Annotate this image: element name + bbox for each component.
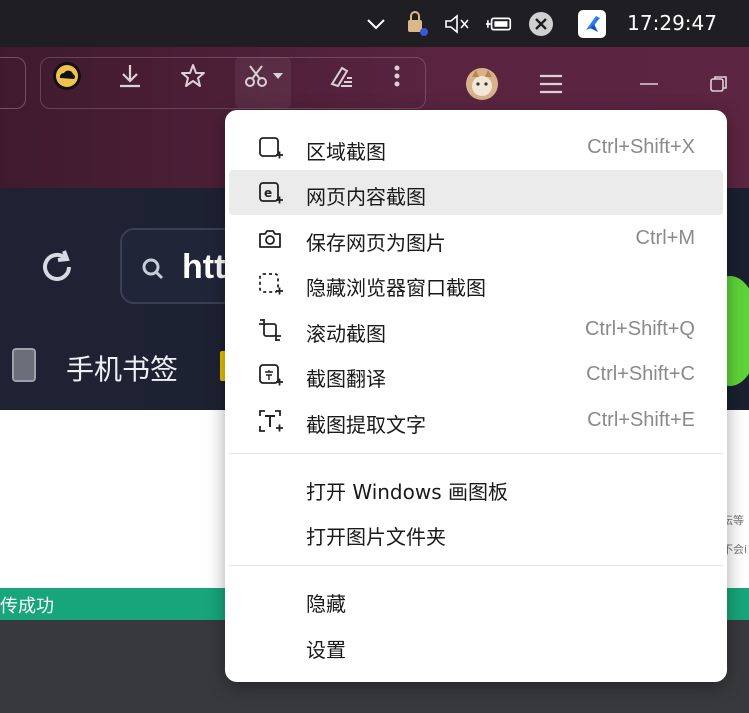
menu-item-label: 打开 Windows 画图板 <box>306 480 508 504</box>
area-screenshot-icon <box>259 137 283 159</box>
menu-item-shortcut: Ctrl+Shift+C <box>586 363 695 385</box>
menu-item-hidden-window-screenshot[interactable]: 隐藏浏览器窗口截图 <box>229 261 723 306</box>
reload-icon[interactable] <box>36 246 78 292</box>
search-text: htt <box>182 248 226 286</box>
menu-item-hide[interactable]: 隐藏 <box>229 577 723 622</box>
menu-item-label: 隐藏 <box>306 592 346 616</box>
menu-item-extract-text[interactable]: 截图提取文字 Ctrl+Shift+E <box>229 398 723 443</box>
toolbar-button-group <box>40 57 426 109</box>
bookmark-label[interactable]: 手机书签 <box>66 348 178 388</box>
search-icon <box>142 258 164 280</box>
restore-icon[interactable] <box>704 69 734 99</box>
menu-item-label: 打开图片文件夹 <box>306 525 446 549</box>
app-k-icon[interactable] <box>578 10 606 38</box>
extract-text-icon <box>259 410 283 432</box>
menu-item-shortcut: Ctrl+Shift+X <box>587 136 695 158</box>
menu-item-label: 设置 <box>306 638 346 662</box>
menu-item-save-as-image[interactable]: 保存网页为图片 Ctrl+M <box>229 216 723 261</box>
battery-charging-icon[interactable] <box>486 10 514 38</box>
hidden-window-screenshot-icon <box>259 273 283 295</box>
menu-icon[interactable] <box>536 69 566 99</box>
clear-data-icon[interactable] <box>326 61 356 91</box>
menu-item-scroll-screenshot[interactable]: 滚动截图 Ctrl+Shift+Q <box>229 307 723 352</box>
cloud-icon[interactable] <box>52 61 82 91</box>
camera-icon <box>259 230 281 248</box>
menu-item-label: 保存网页为图片 <box>306 231 446 255</box>
avatar[interactable] <box>465 67 499 101</box>
menu-item-webpage-screenshot[interactable]: e 网页内容截图 <box>229 170 723 215</box>
menu-item-label: 隐藏浏览器窗口截图 <box>306 276 486 300</box>
upload-status-text: 传成功 <box>0 596 54 617</box>
menu-item-label: 区域截图 <box>306 140 386 164</box>
menu-item-shortcut: Ctrl+M <box>635 227 695 249</box>
more-vertical-icon[interactable] <box>382 61 412 91</box>
svg-text:e: e <box>264 186 272 200</box>
volume-muted-icon[interactable] <box>443 10 471 38</box>
scroll-screenshot-icon <box>259 319 281 341</box>
menu-separator <box>229 453 723 454</box>
menu-item-translate-screenshot[interactable]: 截图翻译 Ctrl+Shift+C <box>229 352 723 397</box>
scissors-icon[interactable] <box>241 61 271 91</box>
menu-item-area-screenshot[interactable]: 区域截图 Ctrl+Shift+X <box>229 125 723 170</box>
chevron-down-icon[interactable] <box>268 61 288 91</box>
system-taskbar: 17:29:47 <box>0 0 749 47</box>
webpage-screenshot-icon: e <box>259 182 283 204</box>
menu-item-shortcut: Ctrl+Shift+E <box>587 409 695 431</box>
menu-item-label: 网页内容截图 <box>306 185 426 209</box>
chevron-up-icon[interactable] <box>362 10 390 38</box>
menu-item-open-image-folder[interactable]: 打开图片文件夹 <box>229 510 723 555</box>
address-bar-edge[interactable] <box>0 57 26 109</box>
menu-item-label: 滚动截图 <box>306 322 386 346</box>
close-circle-icon[interactable] <box>527 10 555 38</box>
clock[interactable]: 17:29:47 <box>627 11 717 35</box>
download-icon[interactable] <box>115 61 145 91</box>
network-lock-icon[interactable] <box>402 10 430 38</box>
phone-bookmark-icon <box>12 348 36 382</box>
menu-item-open-paint[interactable]: 打开 Windows 画图板 <box>229 465 723 510</box>
translate-screenshot-icon <box>259 364 283 386</box>
menu-item-label: 截图提取文字 <box>306 413 426 437</box>
menu-item-label: 截图翻译 <box>306 367 386 391</box>
menu-separator <box>229 565 723 566</box>
star-icon[interactable] <box>178 61 208 91</box>
menu-item-settings[interactable]: 设置 <box>229 623 723 668</box>
screenshot-context-menu: 区域截图 Ctrl+Shift+X e 网页内容截图 保存网页为图片 Ctrl+… <box>225 110 727 682</box>
menu-item-shortcut: Ctrl+Shift+Q <box>584 318 695 340</box>
minimize-icon[interactable] <box>634 69 664 99</box>
